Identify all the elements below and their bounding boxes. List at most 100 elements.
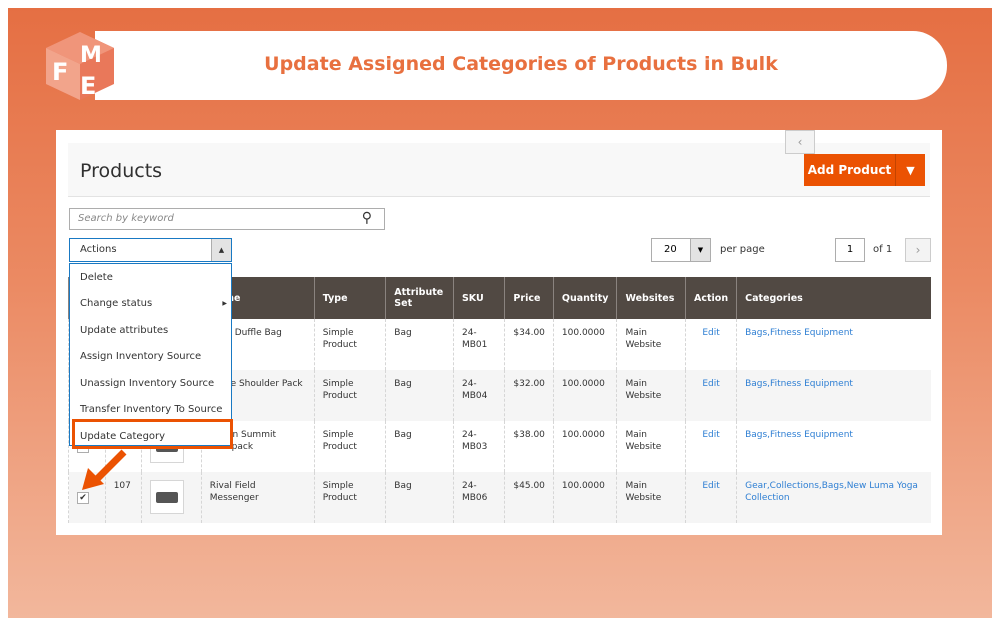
web-value: Main Website [625, 379, 662, 401]
column-header[interactable]: Quantity [552, 277, 617, 319]
column-header[interactable]: Action [685, 277, 737, 319]
cat-cell: Bags,Fitness Equipment [736, 319, 931, 370]
sku-cell: 24-MB04 [452, 370, 505, 421]
menu-item-assign-inventory-source[interactable]: Assign Inventory Source [80, 351, 201, 362]
chevron-down-icon[interactable]: ▼ [690, 239, 710, 261]
action-cell: Edit [685, 370, 737, 421]
column-header[interactable]: Type [313, 277, 386, 319]
product-thumbnail [150, 480, 185, 514]
sku-cell: 24-MB01 [452, 319, 505, 370]
column-header[interactable]: Websites [616, 277, 686, 319]
qty-value: 100.0000 [561, 379, 605, 389]
categories-link[interactable]: Bags,Fitness Equipment [745, 430, 853, 440]
attr-cell: Bag [385, 421, 454, 472]
type-value: Simple Product [322, 430, 357, 452]
table-row[interactable]: ✔ 107 Rival Field Messenger Simple Product B… [68, 472, 931, 523]
search-input[interactable]: Search by keyword ⚲ [69, 208, 385, 230]
attr-value: Bag [394, 481, 412, 491]
prev-page-button[interactable]: ‹ [785, 130, 815, 154]
edit-link[interactable]: Edit [694, 378, 728, 390]
price-cell: $38.00 [504, 421, 554, 472]
column-header[interactable]: SKU [452, 277, 505, 319]
menu-item-change-status[interactable]: Change status [80, 298, 152, 309]
sku-cell: 24-MB06 [452, 472, 505, 523]
edit-link[interactable]: Edit [694, 429, 728, 441]
menu-item-delete[interactable]: Delete [80, 272, 113, 283]
column-header[interactable]: Price [504, 277, 554, 319]
type-value: Simple Product [322, 481, 357, 503]
add-product-label: Add Product [804, 154, 896, 186]
action-cell: Edit [685, 472, 737, 523]
column-header[interactable]: Categories [736, 277, 931, 319]
categories-link[interactable]: Gear,Collections,Bags,New Luma Yoga Coll… [745, 481, 918, 503]
actions-dropdown[interactable]: Actions ▲ [69, 238, 232, 262]
type-cell: Simple Product [313, 370, 386, 421]
actions-label: Actions [80, 244, 117, 255]
page-title: Products [80, 160, 163, 182]
attr-cell: Bag [385, 472, 454, 523]
svg-text:M: M [80, 43, 102, 68]
page-count: of 1 [873, 244, 893, 255]
sku-value: 24-MB01 [461, 328, 488, 350]
price-value: $34.00 [513, 328, 545, 338]
qty-cell: 100.0000 [552, 421, 617, 472]
type-value: Simple Product [322, 379, 357, 401]
chevron-up-icon[interactable]: ▲ [211, 239, 231, 261]
svg-text:E: E [80, 72, 96, 100]
sku-value: 24-MB06 [461, 481, 488, 503]
price-cell: $32.00 [504, 370, 554, 421]
qty-cell: 100.0000 [552, 472, 617, 523]
column-header[interactable]: Attribute Set [385, 277, 454, 319]
per-page-select[interactable]: 20 ▼ [651, 238, 711, 262]
categories-link[interactable]: Bags,Fitness Equipment [745, 328, 853, 338]
categories-link[interactable]: Bags,Fitness Equipment [745, 379, 853, 389]
web-value: Main Website [625, 430, 662, 452]
cat-cell: Bags,Fitness Equipment [736, 370, 931, 421]
chevron-down-icon[interactable]: ▼ [896, 154, 925, 186]
web-cell: Main Website [616, 370, 686, 421]
attr-value: Bag [394, 430, 412, 440]
type-cell: Simple Product [313, 319, 386, 370]
per-page-value: 20 [664, 244, 677, 255]
edit-link[interactable]: Edit [694, 480, 728, 492]
type-cell: Simple Product [313, 421, 386, 472]
edit-link[interactable]: Edit [694, 327, 728, 339]
banner: Update Assigned Categories of Products i… [95, 31, 947, 100]
attr-cell: Bag [385, 319, 454, 370]
name-cell: Rival Field Messenger [200, 472, 315, 523]
cat-cell: Bags,Fitness Equipment [736, 421, 931, 472]
search-icon[interactable]: ⚲ [362, 210, 372, 226]
web-cell: Main Website [616, 421, 686, 472]
attr-value: Bag [394, 328, 412, 338]
fme-logo: F M E [46, 32, 114, 100]
price-cell: $34.00 [504, 319, 554, 370]
qty-value: 100.0000 [561, 430, 605, 440]
sku-cell: 24-MB03 [452, 421, 505, 472]
svg-text:F: F [52, 58, 68, 86]
type-cell: Simple Product [313, 472, 386, 523]
type-value: Simple Product [322, 328, 357, 350]
sku-value: 24-MB04 [461, 379, 488, 401]
next-page-button[interactable]: › [905, 238, 931, 262]
row-checkbox[interactable]: ✔ [77, 492, 89, 504]
menu-item-update-attributes[interactable]: Update attributes [80, 325, 168, 336]
per-page-label: per page [720, 244, 765, 255]
search-placeholder: Search by keyword [78, 213, 174, 224]
highlight-box [72, 419, 233, 449]
action-cell: Edit [685, 421, 737, 472]
name-value: Rival Field Messenger [209, 481, 259, 503]
web-cell: Main Website [616, 472, 686, 523]
web-cell: Main Website [616, 319, 686, 370]
products-panel: Products Add Product ▼ Search by keyword… [56, 130, 942, 535]
banner-title: Update Assigned Categories of Products i… [264, 53, 778, 75]
menu-item-unassign-inventory-source[interactable]: Unassign Inventory Source [80, 378, 214, 389]
price-value: $45.00 [513, 481, 545, 491]
menu-item-transfer-inventory[interactable]: Transfer Inventory To Source [80, 404, 222, 415]
qty-value: 100.0000 [561, 328, 605, 338]
web-value: Main Website [625, 328, 662, 350]
arrow-icon [82, 449, 127, 490]
page-input[interactable]: 1 [835, 238, 865, 262]
qty-value: 100.0000 [561, 481, 605, 491]
add-product-button[interactable]: Add Product ▼ [804, 154, 925, 186]
thumbnail-cell [141, 472, 202, 523]
